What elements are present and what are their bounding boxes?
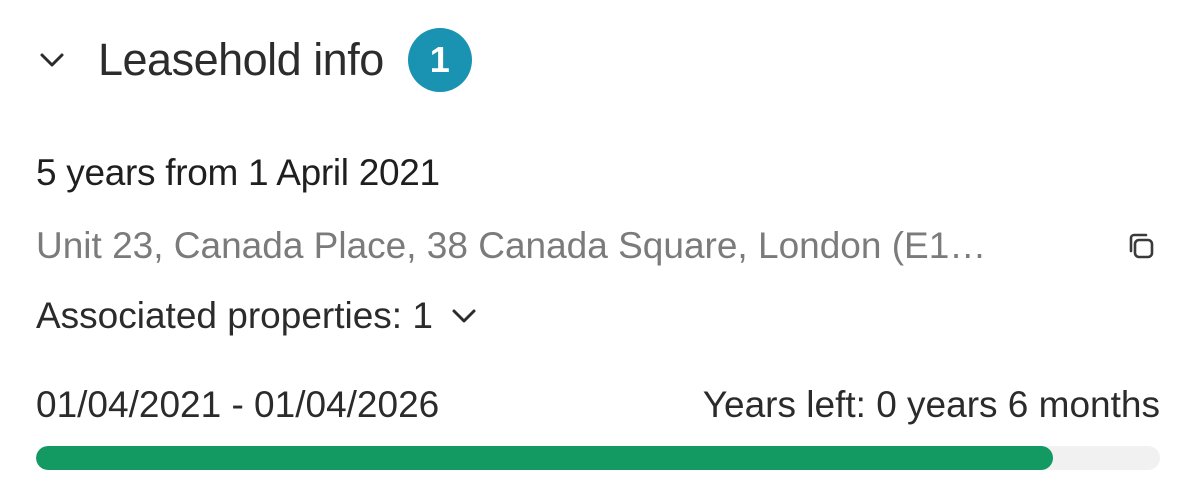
lease-date-range: 01/04/2021 - 01/04/2026 — [36, 384, 440, 425]
associated-properties-label: Associated properties: 1 — [36, 295, 433, 336]
chevron-down-icon[interactable] — [36, 44, 68, 76]
count-badge: 1 — [407, 28, 472, 92]
copy-icon[interactable] — [1122, 227, 1160, 265]
associated-properties-toggle[interactable]: Associated properties: 1 — [36, 290, 479, 342]
leasehold-info-header[interactable]: Leasehold info 1 — [36, 28, 472, 92]
chevron-down-icon[interactable] — [449, 301, 479, 331]
leasehold-info-panel: Leasehold info 1 5 years from 1 April 20… — [0, 0, 1196, 499]
property-address: Unit 23, Canada Place, 38 Canada Square,… — [36, 225, 987, 266]
lease-progress-fill — [36, 446, 1054, 470]
section-title: Leasehold info — [98, 34, 384, 85]
years-left: Years left: 0 years 6 months — [702, 384, 1160, 425]
lease-term: 5 years from 1 April 2021 — [36, 152, 440, 193]
address-row: Unit 23, Canada Place, 38 Canada Square,… — [36, 220, 1160, 272]
lease-progress-bar — [36, 446, 1160, 470]
